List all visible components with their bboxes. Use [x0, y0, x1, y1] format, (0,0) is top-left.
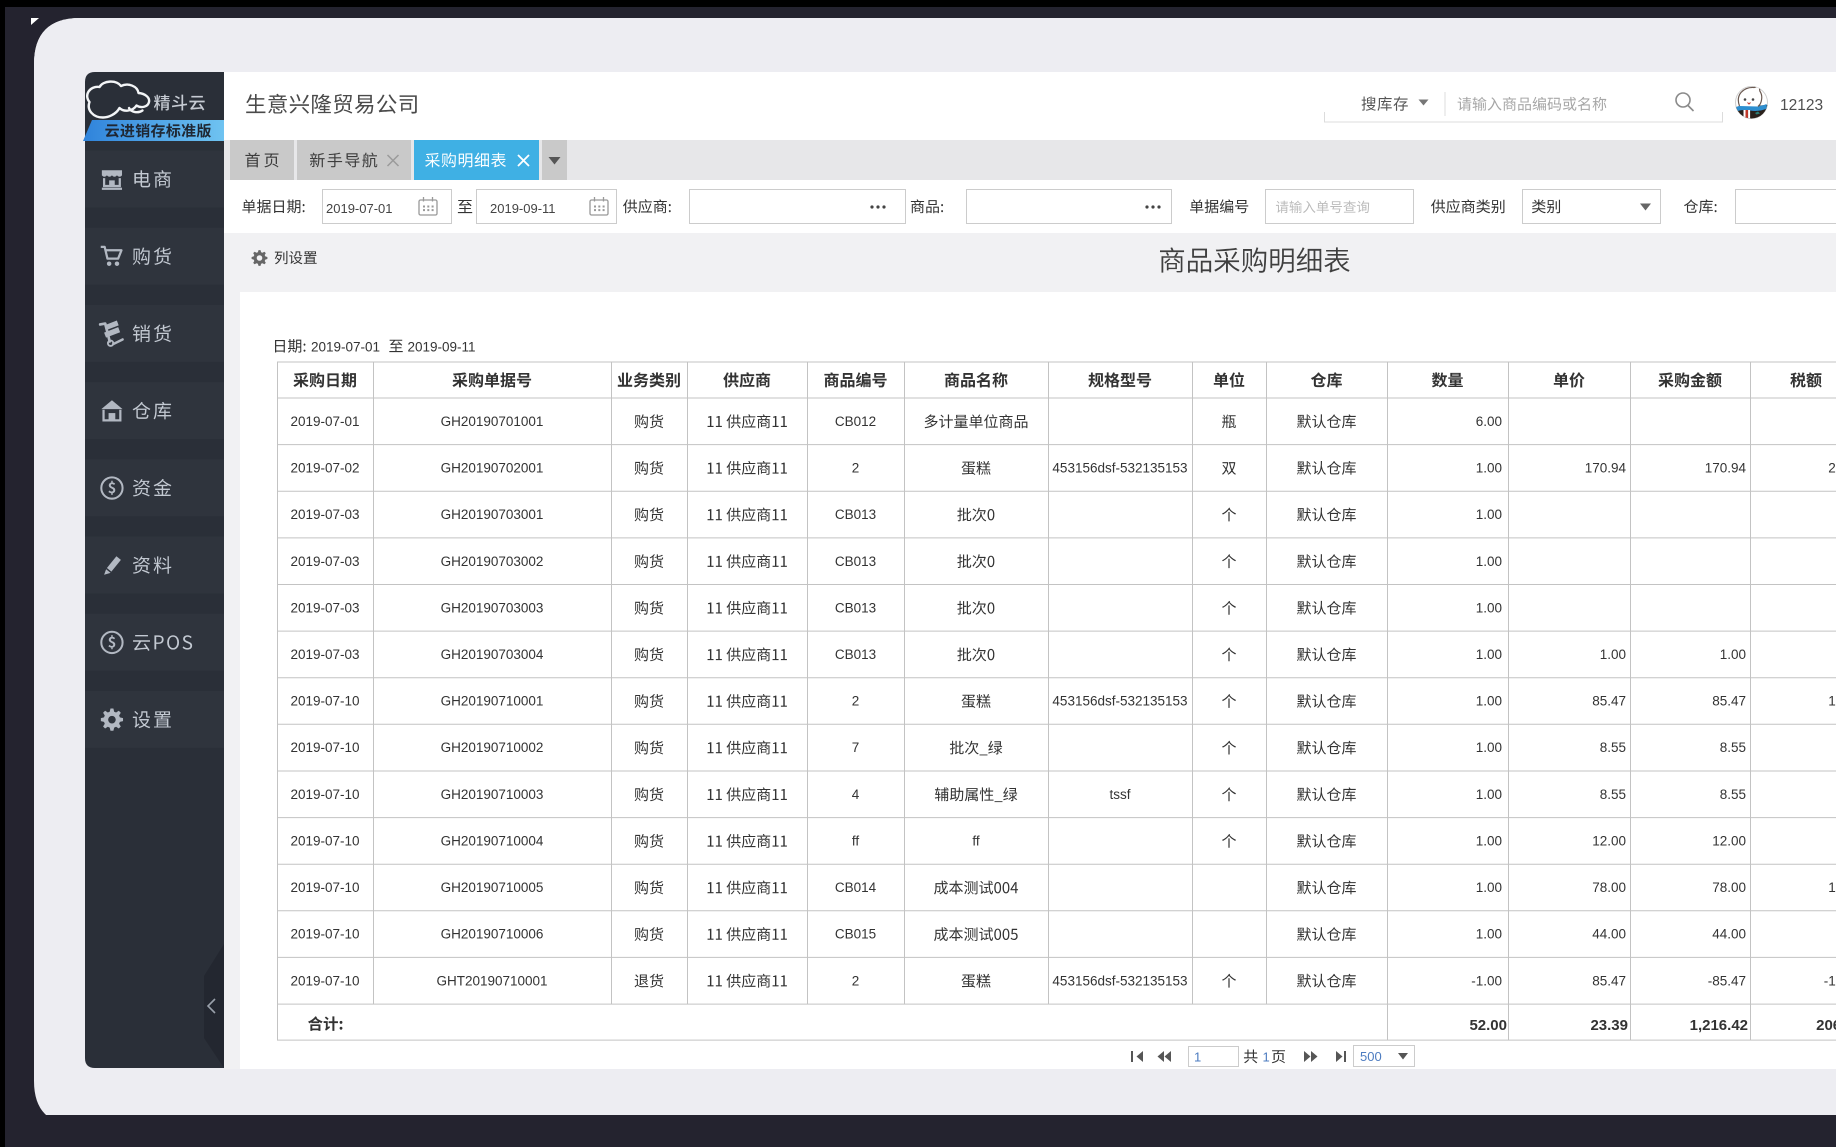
- svg-text:2019-07-01: 2019-07-01: [311, 340, 380, 355]
- svg-text:2019-07-01: 2019-07-01: [326, 201, 393, 216]
- svg-text:1: 1: [1194, 1050, 1201, 1065]
- svg-text:206.34: 206.34: [1816, 1017, 1836, 1034]
- svg-text:1.00: 1.00: [1476, 554, 1502, 569]
- svg-text:GH20190703002: GH20190703002: [441, 554, 544, 569]
- svg-text:78.00: 78.00: [1712, 880, 1746, 895]
- svg-text:GH20190710005: GH20190710005: [441, 880, 544, 895]
- svg-text:1.00: 1.00: [1600, 647, 1626, 662]
- svg-text:GH20190703003: GH20190703003: [441, 600, 544, 615]
- svg-text:1.00: 1.00: [1476, 694, 1502, 709]
- svg-text:2019-07-03: 2019-07-03: [290, 600, 359, 615]
- svg-text:6.00: 6.00: [1476, 414, 1502, 429]
- svg-text:GH20190710006: GH20190710006: [441, 927, 544, 942]
- svg-text:GH20190701001: GH20190701001: [441, 414, 544, 429]
- svg-text:1.00: 1.00: [1720, 647, 1746, 662]
- svg-text:1.00: 1.00: [1476, 461, 1502, 476]
- svg-text:1,216.42: 1,216.42: [1690, 1017, 1748, 1034]
- svg-text:12.00: 12.00: [1592, 834, 1626, 849]
- svg-text:2019-07-01: 2019-07-01: [290, 414, 359, 429]
- svg-text:2019-07-10: 2019-07-10: [290, 834, 359, 849]
- svg-text:8.55: 8.55: [1720, 740, 1746, 755]
- svg-text:2019-07-10: 2019-07-10: [290, 787, 359, 802]
- svg-text:2: 2: [852, 461, 860, 476]
- svg-text:44.00: 44.00: [1712, 927, 1746, 942]
- svg-text:-10.68: -10.68: [1824, 973, 1836, 988]
- svg-text:-85.47: -85.47: [1708, 973, 1746, 988]
- svg-text:10.14: 10.14: [1828, 880, 1836, 895]
- svg-text:1.00: 1.00: [1476, 927, 1502, 942]
- svg-text:GH20190710001: GH20190710001: [441, 694, 544, 709]
- svg-text:GH20190710003: GH20190710003: [441, 787, 544, 802]
- svg-text:453156dsf-532135153: 453156dsf-532135153: [1052, 694, 1187, 709]
- svg-text:4: 4: [852, 787, 860, 802]
- svg-text:85.47: 85.47: [1712, 694, 1746, 709]
- svg-text:85.47: 85.47: [1592, 973, 1626, 988]
- svg-text:2019-07-03: 2019-07-03: [290, 554, 359, 569]
- svg-text:GHT20190710001: GHT20190710001: [436, 973, 547, 988]
- svg-text:CB013: CB013: [835, 600, 876, 615]
- svg-text:2019-07-10: 2019-07-10: [290, 927, 359, 942]
- svg-text:2019-07-02: 2019-07-02: [290, 461, 359, 476]
- svg-text:170.94: 170.94: [1585, 461, 1627, 476]
- svg-text:8.55: 8.55: [1600, 740, 1626, 755]
- svg-text:23.39: 23.39: [1590, 1017, 1628, 1034]
- svg-text:1.00: 1.00: [1476, 787, 1502, 802]
- svg-text:GH20190703004: GH20190703004: [441, 647, 544, 662]
- svg-text:GH20190710004: GH20190710004: [441, 834, 544, 849]
- svg-text:7: 7: [852, 740, 860, 755]
- svg-text:8.55: 8.55: [1720, 787, 1746, 802]
- svg-text:2019-07-10: 2019-07-10: [290, 973, 359, 988]
- svg-text:85.47: 85.47: [1592, 694, 1626, 709]
- svg-text:-1.00: -1.00: [1471, 973, 1502, 988]
- svg-text:GH20190702001: GH20190702001: [441, 461, 544, 476]
- svg-text:1.00: 1.00: [1476, 834, 1502, 849]
- svg-text:10.68: 10.68: [1828, 694, 1836, 709]
- svg-text:GH20190710002: GH20190710002: [441, 740, 544, 755]
- svg-text:CB015: CB015: [835, 927, 876, 942]
- svg-text:8.55: 8.55: [1600, 787, 1626, 802]
- svg-text:2: 2: [852, 973, 860, 988]
- svg-text:453156dsf-532135153: 453156dsf-532135153: [1052, 461, 1187, 476]
- svg-text:78.00: 78.00: [1592, 880, 1626, 895]
- svg-text:170.94: 170.94: [1705, 461, 1747, 476]
- svg-text:1.00: 1.00: [1476, 600, 1502, 615]
- svg-text:1.00: 1.00: [1476, 647, 1502, 662]
- svg-text:2019-07-03: 2019-07-03: [290, 507, 359, 522]
- svg-text:453156dsf-532135153: 453156dsf-532135153: [1052, 973, 1187, 988]
- svg-text:2019-07-10: 2019-07-10: [290, 694, 359, 709]
- svg-text:ff: ff: [852, 834, 860, 849]
- svg-text:CB012: CB012: [835, 414, 876, 429]
- svg-text:CB013: CB013: [835, 554, 876, 569]
- svg-text:CB013: CB013: [835, 647, 876, 662]
- svg-text:2019-09-11: 2019-09-11: [490, 201, 556, 216]
- svg-text:CB013: CB013: [835, 507, 876, 522]
- svg-text:ff: ff: [972, 834, 980, 849]
- svg-text:44.00: 44.00: [1592, 927, 1626, 942]
- svg-text:2019-09-11: 2019-09-11: [408, 340, 476, 355]
- svg-text:1.00: 1.00: [1476, 880, 1502, 895]
- svg-text:52.00: 52.00: [1469, 1017, 1507, 1034]
- svg-text:GH20190703001: GH20190703001: [441, 507, 544, 522]
- svg-text:1: 1: [1263, 1050, 1270, 1065]
- svg-text:2019-07-10: 2019-07-10: [290, 880, 359, 895]
- svg-text:1.00: 1.00: [1476, 507, 1502, 522]
- svg-text:12.00: 12.00: [1712, 834, 1746, 849]
- svg-text:CB014: CB014: [835, 880, 877, 895]
- svg-text:2019-07-10: 2019-07-10: [290, 740, 359, 755]
- svg-text:1.00: 1.00: [1476, 740, 1502, 755]
- svg-text:2: 2: [852, 694, 860, 709]
- svg-text:21.36: 21.36: [1828, 461, 1836, 476]
- svg-text:tssf: tssf: [1109, 787, 1130, 802]
- svg-text:12123: 12123: [1780, 97, 1823, 114]
- svg-text:2019-07-03: 2019-07-03: [290, 647, 359, 662]
- svg-text:500: 500: [1360, 1049, 1382, 1064]
